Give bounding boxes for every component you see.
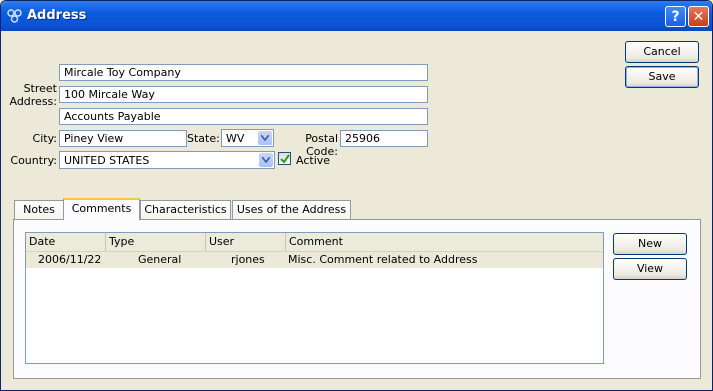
window-title: Address	[27, 8, 87, 23]
comments-table[interactable]: Date Type User Comment 2006/11/22 Genera…	[25, 232, 604, 364]
column-header-user[interactable]: User	[206, 233, 286, 251]
city-field[interactable]: Piney View	[59, 130, 187, 147]
country-value: UNITED STATES	[64, 154, 150, 167]
cancel-button[interactable]: Cancel	[625, 41, 699, 63]
state-label: State:	[187, 132, 220, 145]
table-row[interactable]: 2006/11/22 General rjones Misc. Comment …	[26, 252, 603, 268]
street-line-1-field[interactable]: Mircale Toy Company	[59, 64, 428, 81]
help-button[interactable]: ?	[665, 6, 686, 27]
view-button[interactable]: View	[613, 258, 687, 280]
street-line-2-field[interactable]: 100 Mircale Way	[59, 86, 428, 103]
chevron-down-icon[interactable]	[258, 131, 272, 145]
cell-comment: Misc. Comment related to Address	[288, 253, 478, 266]
column-header-date[interactable]: Date	[26, 233, 106, 251]
save-button[interactable]: Save	[625, 66, 699, 88]
tab-characteristics[interactable]: Characteristics	[140, 200, 231, 220]
city-label: City:	[32, 132, 57, 145]
title-bar: Address ? ✕	[1, 1, 712, 31]
table-header: Date Type User Comment	[26, 233, 603, 252]
tab-notes[interactable]: Notes	[14, 200, 64, 220]
active-label: Active	[296, 154, 331, 167]
tab-uses-of-address[interactable]: Uses of the Address	[232, 200, 351, 220]
address-dialog: Address ? ✕ Street Address: Mircale Toy …	[0, 0, 713, 391]
cell-type: General	[138, 253, 182, 266]
active-checkbox[interactable]	[278, 152, 291, 165]
column-header-type[interactable]: Type	[106, 233, 206, 251]
tab-comments[interactable]: Comments	[63, 198, 140, 220]
country-select[interactable]: UNITED STATES	[59, 151, 275, 169]
checkmark-icon	[280, 154, 290, 164]
column-header-comment[interactable]: Comment	[286, 233, 603, 251]
chevron-down-icon[interactable]	[259, 153, 273, 167]
cell-date: 2006/11/22	[38, 253, 102, 266]
app-icon	[7, 9, 23, 23]
new-button[interactable]: New	[613, 233, 687, 255]
postal-code-field[interactable]: 25906	[340, 130, 428, 147]
country-label: Country:	[10, 154, 57, 167]
street-label-line-2: Address:	[9, 95, 57, 108]
street-address-label: Street Address:	[7, 82, 57, 108]
state-value: WV	[226, 132, 245, 145]
cell-user: rjones	[231, 253, 265, 266]
state-select[interactable]: WV	[221, 129, 274, 147]
close-button[interactable]: ✕	[688, 6, 709, 27]
street-label-line-1: Street	[23, 82, 57, 95]
street-line-3-field[interactable]: Accounts Payable	[59, 108, 428, 125]
